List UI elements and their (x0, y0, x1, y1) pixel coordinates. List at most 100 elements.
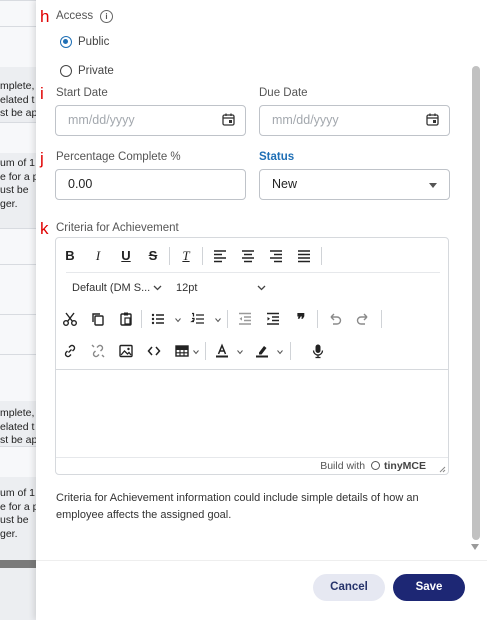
due-date-placeholder: mm/dd/yyyy (272, 113, 339, 127)
image-icon[interactable] (115, 341, 137, 361)
background-row (0, 122, 36, 153)
cancel-button[interactable]: Cancel (313, 574, 385, 601)
chevron-down-icon[interactable] (257, 283, 266, 292)
undo-icon[interactable] (324, 309, 346, 329)
annotation-marker-h: h (40, 7, 50, 26)
public-radio-label[interactable]: Public (78, 36, 109, 48)
font-family-value: Default (DM S... (72, 282, 151, 294)
percentage-input[interactable]: 0.00 (55, 169, 246, 200)
toolbar-divider (141, 310, 142, 328)
background-scrollbar[interactable] (0, 560, 36, 568)
background-text: um of 1e for a p ust be ger. (0, 157, 36, 210)
chevron-down-icon[interactable] (237, 349, 243, 355)
font-size-value: 12pt (176, 282, 198, 294)
chevron-down-icon[interactable] (277, 349, 283, 355)
criteria-help-text: Criteria for Achievement information cou… (56, 492, 419, 521)
underline-icon[interactable]: U (115, 246, 137, 266)
tinymce-brand-text: tinyMCE (384, 460, 426, 472)
microphone-icon[interactable] (307, 341, 329, 361)
start-date-placeholder: mm/dd/yyyy (68, 113, 135, 127)
tinymce-logo-icon (371, 461, 381, 470)
annotation-marker-j: j (40, 149, 44, 168)
status-label: Status (259, 151, 295, 163)
save-button[interactable]: Save (393, 574, 465, 601)
blockquote-icon[interactable]: ❞ (290, 309, 312, 329)
strikethrough-icon[interactable]: S (142, 246, 164, 266)
clear-formatting-icon[interactable]: T (175, 246, 197, 266)
toolbar-divider (317, 310, 318, 328)
chevron-down-icon[interactable] (429, 183, 437, 188)
toolbar-divider (205, 342, 206, 360)
redo-icon[interactable] (352, 309, 374, 329)
copy-icon[interactable] (87, 309, 109, 329)
criteria-label: Criteria for Achievement (56, 222, 179, 234)
justify-icon[interactable] (293, 246, 315, 266)
background-text: mplete, elated t st be ap (0, 80, 36, 119)
annotation-marker-k: k (40, 219, 49, 238)
calendar-icon[interactable] (222, 113, 235, 126)
chevron-down-icon[interactable] (153, 283, 162, 292)
chevron-down-icon[interactable] (193, 349, 199, 355)
unlink-icon[interactable] (87, 341, 109, 361)
link-icon[interactable] (59, 341, 81, 361)
tinymce-branding[interactable]: Build with tinyMCE (320, 460, 426, 472)
toolbar-divider (381, 310, 382, 328)
start-date-label: Start Date (56, 87, 108, 99)
background-text: mplete, elated t st be ap (0, 407, 36, 446)
status-select[interactable]: New (259, 169, 450, 200)
due-date-label: Due Date (259, 87, 308, 99)
info-icon[interactable]: i (100, 10, 113, 23)
align-right-icon[interactable] (265, 246, 287, 266)
highlight-color-icon[interactable] (251, 341, 273, 361)
font-size-select[interactable]: 12pt (170, 278, 270, 298)
public-radio[interactable] (60, 36, 72, 48)
indent-icon[interactable] (262, 309, 284, 329)
italic-icon[interactable]: I (87, 246, 109, 266)
start-date-input[interactable]: mm/dd/yyyy (55, 105, 246, 136)
access-label: Access (56, 10, 94, 22)
bold-icon[interactable]: B (59, 246, 81, 266)
background-row (0, 0, 36, 27)
background-row (0, 264, 36, 315)
chevron-down-icon[interactable] (175, 317, 181, 323)
text-color-icon[interactable] (211, 341, 233, 361)
bullet-list-icon[interactable] (147, 309, 169, 329)
background-row (0, 354, 36, 401)
align-center-icon[interactable] (237, 246, 259, 266)
cut-icon[interactable] (59, 309, 81, 329)
toolbar-divider (202, 247, 203, 265)
background-row (0, 314, 36, 355)
due-date-input[interactable]: mm/dd/yyyy (259, 105, 450, 136)
footer-divider (36, 560, 487, 561)
font-family-select[interactable]: Default (DM S... (66, 278, 166, 298)
table-icon[interactable] (171, 341, 193, 361)
numbered-list-icon[interactable] (187, 309, 209, 329)
paste-icon[interactable] (115, 309, 137, 329)
scroll-down-arrow-icon[interactable] (471, 544, 479, 550)
toolbar-separator (66, 272, 440, 273)
percentage-value: 0.00 (68, 177, 93, 191)
annotation-marker-i: i (40, 84, 44, 103)
private-radio[interactable] (60, 65, 72, 77)
calendar-icon[interactable] (426, 113, 439, 126)
toolbar-divider (290, 342, 291, 360)
build-with-text: Build with (320, 460, 366, 472)
align-left-icon[interactable] (209, 246, 231, 266)
scrollbar-thumb[interactable] (472, 66, 480, 540)
editor-content-area[interactable] (56, 369, 448, 458)
chevron-down-icon[interactable] (215, 317, 221, 323)
toolbar-divider (321, 247, 322, 265)
background-row (0, 228, 36, 265)
status-value: New (272, 177, 298, 191)
percentage-label: Percentage Complete % (56, 151, 181, 163)
resize-handle-icon[interactable] (439, 466, 446, 473)
background-row (0, 446, 36, 477)
toolbar-divider (227, 310, 228, 328)
private-radio-label[interactable]: Private (78, 65, 114, 77)
code-icon[interactable] (143, 341, 165, 361)
editor-statusbar: Build with tinyMCE (56, 457, 448, 475)
toolbar-divider (169, 247, 170, 265)
background-page: mplete, elated t st be ap um of 1e for a p… (0, 0, 36, 620)
rich-text-editor: B I U S T Default (DM S... 12pt ❞ Build … (55, 237, 449, 475)
outdent-icon[interactable] (234, 309, 256, 329)
